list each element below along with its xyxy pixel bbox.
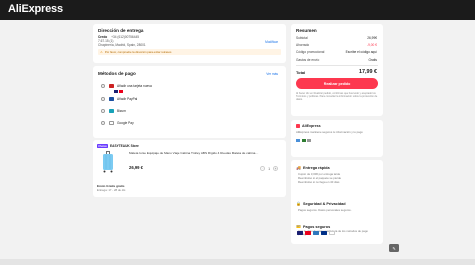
payment-option-label: Añadir una tarjeta nueva (117, 84, 152, 88)
badge-icon (296, 139, 300, 142)
quantity-stepper[interactable]: − 1 + (260, 166, 278, 171)
paypal-icon (321, 231, 327, 235)
visa-icon (114, 90, 118, 93)
trust-brand: AliExpress (302, 124, 321, 128)
google-pay-icon (109, 121, 114, 126)
total-value: 17,99 € (359, 69, 377, 75)
google-pay-icon (329, 231, 335, 235)
security-header: 🔒 Seguridad & Privacidad (296, 201, 346, 206)
promo-code-input[interactable]: Escribe el código aquí (346, 50, 377, 54)
total-label: Total (296, 70, 306, 75)
visa-icon (297, 231, 303, 235)
trust-card: AliExpress AliExpress mantiene seguros t… (291, 120, 383, 157)
warning-icon: ⚠ (100, 50, 103, 54)
summary-row-label: Subtotal (296, 36, 308, 40)
bizum-icon (109, 109, 114, 114)
payment-methods-card: Métodos de pago Ver más Añadir una tarje… (93, 66, 286, 138)
fast-delivery-item: Reembolso si no llega en 40 días (298, 180, 340, 184)
lock-icon: 🔒 (296, 201, 301, 206)
aliexpress-logo[interactable]: AliExpress (8, 3, 63, 15)
paypal-icon (109, 97, 114, 102)
amex-icon (313, 231, 319, 235)
edit-icon: ✎ (392, 245, 396, 251)
choice-badge: Choice (97, 144, 109, 148)
payment-logos-row (297, 231, 335, 235)
store-header: Choice EASYTEAUK Store (97, 144, 139, 148)
fast-delivery-header: 🚚 Entrega rápida (296, 165, 330, 170)
bottom-bar (0, 259, 475, 265)
feedback-button[interactable]: ✎ (389, 244, 399, 252)
delivery-estimate: Entrega: 17 - 28 de dic. (97, 188, 127, 192)
truck-icon: 🚚 (296, 165, 301, 170)
trust-badges (296, 139, 311, 142)
summary-row-label: Gastos de envío (296, 58, 320, 62)
top-bar: AliExpress (0, 0, 475, 20)
summary-row-label: Ahorrado (296, 43, 310, 47)
mastercard-icon (119, 90, 123, 93)
store-item-card: Choice EASYTEAUK Store Maleta Iorse Equi… (93, 140, 286, 197)
product-image[interactable] (101, 151, 115, 173)
card-icon (109, 84, 114, 89)
secure-payments-title: Pagos seguros (302, 224, 331, 229)
shield-icon (296, 124, 300, 128)
legal-text: Al hacer clic en Realizar pedido, confir… (296, 92, 378, 102)
summary-title: Resumen (296, 28, 317, 33)
shipping-address-card: Dirección de entrega Credo +34 (612)0075… (93, 24, 286, 63)
summary-row-value: 26,99€ (367, 36, 377, 40)
trust-subtitle: AliExpress mantiene seguros tu informaci… (296, 130, 363, 134)
quantity-value: 1 (268, 166, 270, 171)
payment-option-label: Bizum (117, 109, 126, 113)
minus-icon[interactable]: − (260, 166, 266, 171)
order-summary-card: Resumen Subtotal 26,99€ Ahorrado -9,00 €… (291, 24, 383, 116)
edit-address-link[interactable]: Modificar (265, 40, 278, 44)
radio-button[interactable] (101, 84, 105, 89)
radio-button[interactable] (101, 109, 105, 114)
mastercard-icon (305, 231, 311, 235)
shipping-title: Dirección de entrega (98, 28, 144, 33)
payment-option-card[interactable]: Añadir una tarjeta nueva (101, 84, 152, 89)
radio-button[interactable] (101, 97, 105, 102)
security-title: Seguridad & Privacidad (302, 201, 346, 206)
payment-title: Métodos de pago (98, 71, 136, 76)
payment-option-label: Añadir PayPal (117, 97, 138, 101)
payment-option-paypal[interactable]: Añadir PayPal (101, 97, 138, 102)
store-name[interactable]: EASYTEAUK Store (110, 144, 139, 148)
recipient-phone: +34 (612)00756445 (111, 35, 140, 39)
fast-delivery-title: Entrega rápida (302, 165, 330, 170)
badge-icon (301, 139, 306, 142)
product-title[interactable]: Maleta Iorse Equipaje de Mano Viaje Cabi… (129, 151, 279, 155)
radio-button[interactable] (101, 121, 105, 126)
place-order-button[interactable]: Realizar pedido (296, 78, 378, 89)
security-text: Pagos seguros. Datos personales seguros. (298, 208, 352, 212)
product-price: 26,99 € (129, 165, 143, 170)
plus-icon[interactable]: + (273, 166, 278, 171)
card-brands (114, 90, 123, 93)
payment-option-google-pay[interactable]: Google Pay (101, 121, 134, 126)
badge-icon (307, 139, 311, 142)
payment-option-bizum[interactable]: Bizum (101, 109, 126, 114)
address-warning: ⚠ Por favor, compruebe la dirección para… (98, 49, 281, 55)
view-more-link[interactable]: Ver más (266, 72, 278, 76)
summary-row-value: -9,00 € (367, 43, 377, 47)
warning-text: Por favor, compruebe la dirección para e… (104, 50, 172, 54)
summary-row-label: Código promocional (296, 50, 325, 54)
summary-row-value: Gratis (368, 58, 377, 62)
payment-option-label: Google Pay (117, 121, 134, 125)
address-line-2: Chapinería, Madrid, Spain, 28001 (98, 43, 146, 47)
summary-divider (296, 65, 378, 66)
trust-brand-row: AliExpress (296, 124, 321, 128)
